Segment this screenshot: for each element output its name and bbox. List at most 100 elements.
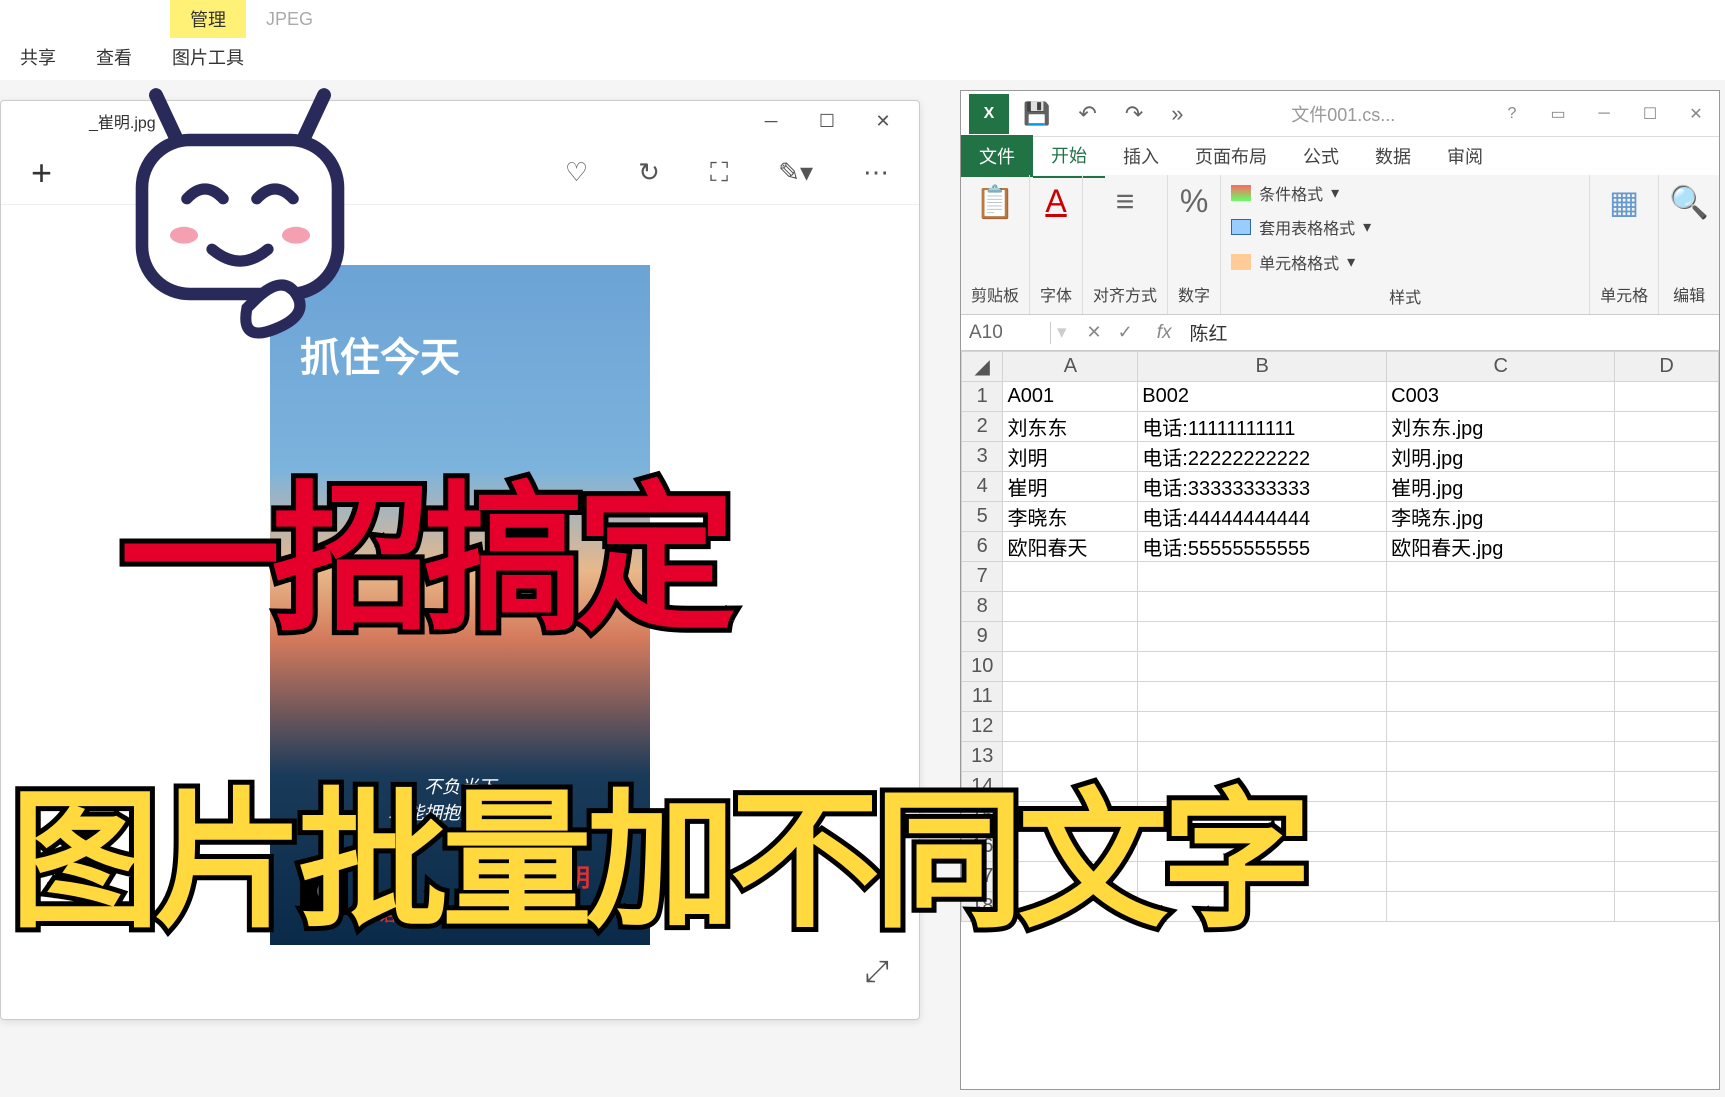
tab-manage[interactable]: 管理	[170, 0, 246, 38]
table-row[interactable]: 9	[962, 622, 1719, 652]
cell[interactable]: 李晓东	[1003, 502, 1138, 532]
cell[interactable]: 崔明	[1003, 472, 1138, 502]
ribbon-picture-tools[interactable]: 图片工具	[172, 44, 244, 70]
percent-icon[interactable]: %	[1180, 183, 1208, 220]
row-header[interactable]: 10	[962, 652, 1003, 682]
row-header[interactable]: 7	[962, 562, 1003, 592]
cell[interactable]: 电话:44444444444	[1138, 502, 1387, 532]
cell[interactable]: 刘东东	[1003, 412, 1138, 442]
paste-icon[interactable]: 📋	[975, 183, 1015, 221]
excel-maximize-button[interactable]: ☐	[1627, 91, 1673, 137]
ribbon-share[interactable]: 共享	[20, 44, 56, 70]
cell[interactable]	[1615, 442, 1719, 472]
conditional-format-button[interactable]: 条件格式 ▾	[1231, 181, 1579, 205]
cell[interactable]	[1387, 682, 1615, 712]
row-header[interactable]: 8	[962, 592, 1003, 622]
table-row[interactable]: 6 欧阳春天 电话:55555555555 欧阳春天.jpg	[962, 532, 1719, 562]
cell[interactable]	[1387, 652, 1615, 682]
redo-icon[interactable]: ↷	[1125, 101, 1143, 127]
tab-jpeg[interactable]: JPEG	[246, 3, 333, 36]
excel-minimize-button[interactable]: ─	[1581, 91, 1627, 137]
rotate-icon[interactable]: ↻	[638, 157, 660, 188]
maximize-button[interactable]: ☐	[799, 101, 855, 141]
col-header-b[interactable]: B	[1138, 352, 1387, 382]
table-row[interactable]: 5 李晓东 电话:44444444444 李晓东.jpg	[962, 502, 1719, 532]
fullscreen-icon[interactable]: ⤢	[865, 955, 889, 989]
col-header-a[interactable]: A	[1003, 352, 1138, 382]
row-header[interactable]: 9	[962, 622, 1003, 652]
tab-file[interactable]: 文件	[961, 135, 1033, 177]
row-header[interactable]: 1	[962, 382, 1003, 412]
cell[interactable]	[1003, 712, 1138, 742]
tab-home[interactable]: 开始	[1033, 134, 1105, 178]
font-icon[interactable]: A	[1045, 183, 1066, 220]
row-header[interactable]: 2	[962, 412, 1003, 442]
heart-icon[interactable]: ♡	[565, 157, 588, 188]
tab-insert[interactable]: 插入	[1105, 135, 1177, 177]
cell[interactable]: 刘东东.jpg	[1387, 412, 1615, 442]
cell[interactable]	[1003, 622, 1138, 652]
cell[interactable]	[1138, 652, 1387, 682]
cell[interactable]	[1615, 472, 1719, 502]
table-format-button[interactable]: 套用表格格式 ▾	[1231, 215, 1579, 239]
table-row[interactable]: 8	[962, 592, 1719, 622]
name-box[interactable]: A10	[961, 322, 1051, 344]
tab-data[interactable]: 数据	[1357, 135, 1429, 177]
table-row[interactable]: 12	[962, 712, 1719, 742]
add-icon[interactable]: +	[31, 152, 52, 194]
fx-accept-icon[interactable]: ✓	[1118, 322, 1133, 343]
cell[interactable]: 崔明.jpg	[1387, 472, 1615, 502]
cell-format-button[interactable]: 单元格格式 ▾	[1231, 250, 1579, 274]
cell[interactable]	[1387, 592, 1615, 622]
table-row[interactable]: 10	[962, 652, 1719, 682]
row-header[interactable]: 12	[962, 712, 1003, 742]
row-header[interactable]: 3	[962, 442, 1003, 472]
cell[interactable]: 电话:55555555555	[1138, 532, 1387, 562]
table-row[interactable]: 7	[962, 562, 1719, 592]
help-icon[interactable]: ?	[1489, 91, 1535, 137]
tab-page-layout[interactable]: 页面布局	[1177, 135, 1285, 177]
cell[interactable]: 电话:11111111111	[1138, 412, 1387, 442]
col-header-c[interactable]: C	[1387, 352, 1615, 382]
excel-close-button[interactable]: ✕	[1673, 91, 1719, 137]
qat-more-icon[interactable]: »	[1171, 101, 1183, 127]
cell[interactable]	[1615, 562, 1719, 592]
cell[interactable]	[1615, 712, 1719, 742]
cell[interactable]	[1138, 592, 1387, 622]
cell[interactable]	[1003, 592, 1138, 622]
cell[interactable]	[1138, 682, 1387, 712]
table-row[interactable]: 3 刘明 电话:22222222222 刘明.jpg	[962, 442, 1719, 472]
row-header[interactable]: 5	[962, 502, 1003, 532]
cell[interactable]: 刘明.jpg	[1387, 442, 1615, 472]
ribbon-options-icon[interactable]: ▭	[1535, 91, 1581, 137]
cell[interactable]	[1615, 682, 1719, 712]
find-icon[interactable]: 🔍	[1669, 183, 1709, 221]
cell[interactable]	[1615, 412, 1719, 442]
cell[interactable]	[1615, 592, 1719, 622]
save-icon[interactable]: 💾	[1023, 101, 1050, 127]
close-button[interactable]: ✕	[855, 101, 911, 141]
cell[interactable]	[1003, 682, 1138, 712]
cell[interactable]: 电话:22222222222	[1138, 442, 1387, 472]
cell[interactable]	[1615, 502, 1719, 532]
cell[interactable]	[1615, 652, 1719, 682]
cell[interactable]: 刘明	[1003, 442, 1138, 472]
fx-cancel-icon[interactable]: ✕	[1087, 322, 1102, 343]
cell[interactable]: 电话:33333333333	[1138, 472, 1387, 502]
row-header[interactable]: 11	[962, 682, 1003, 712]
tab-review[interactable]: 审阅	[1429, 135, 1501, 177]
cell[interactable]	[1387, 712, 1615, 742]
minimize-button[interactable]: ─	[743, 101, 799, 141]
ribbon-view[interactable]: 查看	[96, 44, 132, 70]
cell[interactable]: 欧阳春天.jpg	[1387, 532, 1615, 562]
cell[interactable]	[1615, 382, 1719, 412]
undo-icon[interactable]: ↶	[1078, 101, 1096, 127]
col-header-d[interactable]: D	[1615, 352, 1719, 382]
cell[interactable]	[1003, 652, 1138, 682]
table-row[interactable]: 11	[962, 682, 1719, 712]
cell[interactable]	[1387, 622, 1615, 652]
cell[interactable]	[1138, 562, 1387, 592]
cell[interactable]	[1003, 562, 1138, 592]
table-row[interactable]: 4 崔明 电话:33333333333 崔明.jpg	[962, 472, 1719, 502]
cell[interactable]	[1138, 622, 1387, 652]
